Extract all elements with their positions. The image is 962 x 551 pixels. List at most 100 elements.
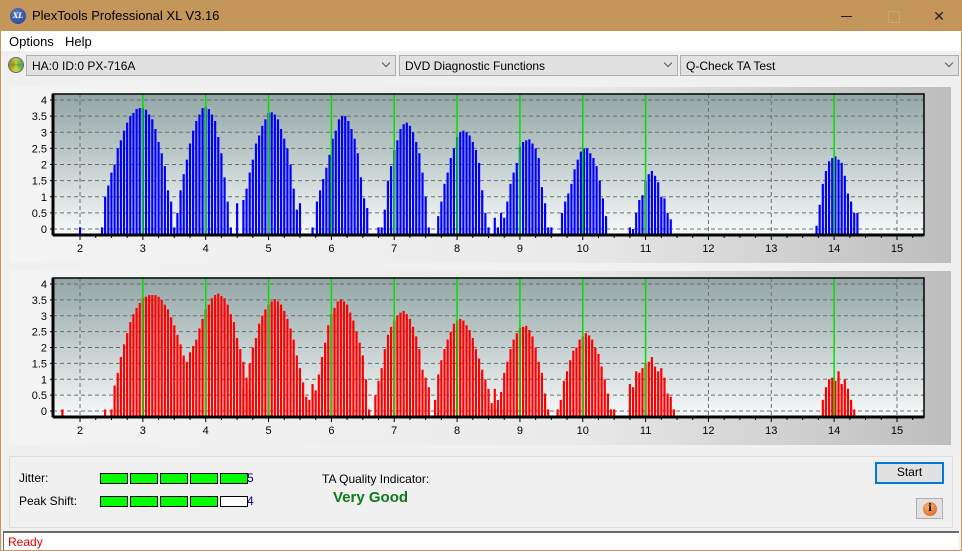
histogram-bar xyxy=(572,350,575,417)
histogram-bar xyxy=(657,182,660,235)
maximize-button[interactable] xyxy=(870,1,916,31)
x-tick-label: 13 xyxy=(765,243,777,255)
histogram-bar xyxy=(214,120,217,235)
histogram-bar xyxy=(353,138,356,235)
histogram-bar xyxy=(380,368,383,417)
histogram-bar xyxy=(828,161,831,235)
minimize-button[interactable] xyxy=(824,1,870,31)
histogram-bar xyxy=(273,299,276,417)
histogram-bar xyxy=(170,317,173,417)
ta-quality-value: Very Good xyxy=(333,489,409,506)
histogram-bar xyxy=(129,116,132,235)
histogram-bar xyxy=(179,190,182,235)
x-tick-label: 13 xyxy=(765,425,777,437)
histogram-bar xyxy=(846,193,850,235)
histogram-bar xyxy=(355,331,358,417)
histogram-bar xyxy=(584,333,588,417)
close-button[interactable]: ✕ xyxy=(916,1,962,31)
meter-segment xyxy=(220,473,248,484)
x-tick-label: 6 xyxy=(328,425,334,437)
meter-segment xyxy=(160,496,188,507)
histogram-bar xyxy=(666,393,669,417)
histogram-bar xyxy=(173,325,176,417)
x-tick-label: 2 xyxy=(77,425,83,437)
title-bar[interactable]: XL PlexTools Professional XL V3.16 ✕ xyxy=(1,1,961,31)
test-select[interactable]: Q-Check TA Test xyxy=(680,55,959,76)
histogram-bar xyxy=(528,330,531,417)
histogram-bar xyxy=(119,140,122,235)
histogram-bar xyxy=(107,185,110,235)
y-tick-label: 1 xyxy=(41,374,47,386)
x-tick-label: 8 xyxy=(454,425,460,437)
histogram-bar xyxy=(188,143,192,235)
histogram-bar xyxy=(245,188,248,235)
histogram-bar xyxy=(116,372,119,417)
histogram-bar xyxy=(477,358,481,417)
histogram-bar xyxy=(459,318,462,417)
x-tick-label: 8 xyxy=(454,243,460,255)
histogram-bar xyxy=(437,216,440,235)
histogram-bar xyxy=(405,314,408,417)
histogram-bar xyxy=(474,349,478,417)
start-button[interactable]: Start xyxy=(875,462,944,484)
meter-segment xyxy=(130,473,158,484)
histogram-bar xyxy=(537,158,540,235)
menu-help[interactable]: Help xyxy=(65,34,92,49)
histogram-bar xyxy=(595,166,598,235)
histogram-bar xyxy=(657,371,660,417)
histogram-bar xyxy=(182,174,185,235)
histogram-bar xyxy=(144,109,148,235)
histogram-bar xyxy=(427,387,430,417)
histogram-bar xyxy=(474,149,478,235)
histogram-bar xyxy=(666,212,669,235)
histogram-bar xyxy=(635,212,638,235)
histogram-bar xyxy=(650,357,653,417)
histogram-bar xyxy=(660,368,663,417)
menu-options[interactable]: Options xyxy=(9,34,54,49)
histogram-bar xyxy=(499,391,503,417)
histogram-bar xyxy=(543,203,547,235)
x-tick-label: 5 xyxy=(265,425,271,437)
histogram-bar xyxy=(586,148,589,235)
histogram-bar xyxy=(402,310,405,417)
function-group-select[interactable]: DVD Diagnostic Functions xyxy=(399,55,678,76)
top-ta-chart: 0 0.5 1 1.5 2 2.5 3 3.5 4 2 3 4 5 6 7 8 9 10 11 12 13 14 15 xyxy=(32,93,925,255)
histogram-bar xyxy=(198,114,201,235)
y-tick-label: 2 xyxy=(41,160,47,172)
histogram-bar xyxy=(346,304,349,417)
histogram-bar xyxy=(440,201,443,235)
histogram-bar xyxy=(506,201,509,235)
window-title: PlexTools Professional XL V3.16 xyxy=(32,8,220,23)
y-tick-label: 3 xyxy=(41,311,47,323)
histogram-bar xyxy=(220,296,223,417)
histogram-bar xyxy=(170,201,173,235)
histogram-bar xyxy=(195,120,198,235)
jitter-label: Jitter: xyxy=(19,471,49,485)
y-tick-label: 1.5 xyxy=(32,176,47,188)
histogram-bar xyxy=(840,384,843,417)
histogram-bar xyxy=(325,167,328,235)
histogram-bar xyxy=(138,108,141,235)
histogram-bar xyxy=(148,295,151,417)
histogram-bar xyxy=(350,129,353,235)
histogram-bar xyxy=(396,140,399,235)
histogram-bar xyxy=(635,371,638,417)
histogram-bar xyxy=(653,175,657,235)
x-tick-label: 7 xyxy=(391,243,397,255)
histogram-bar xyxy=(598,180,601,235)
histogram-bar xyxy=(402,124,405,235)
histogram-bar xyxy=(499,212,503,235)
x-tick-label: 7 xyxy=(391,425,397,437)
histogram-bar xyxy=(650,170,653,235)
histogram-bar xyxy=(408,318,412,417)
drive-select[interactable]: HA:0 ID:0 PX-716A xyxy=(26,55,396,76)
info-button[interactable]: i xyxy=(916,498,943,519)
histogram-bar xyxy=(166,309,170,417)
histogram-bar xyxy=(440,360,443,417)
histogram-bar xyxy=(248,172,251,235)
histogram-bar xyxy=(251,347,254,417)
histogram-bar xyxy=(314,390,317,417)
histogram-bar xyxy=(352,320,355,417)
x-tick-label: 14 xyxy=(828,243,840,255)
histogram-bar xyxy=(242,199,245,235)
